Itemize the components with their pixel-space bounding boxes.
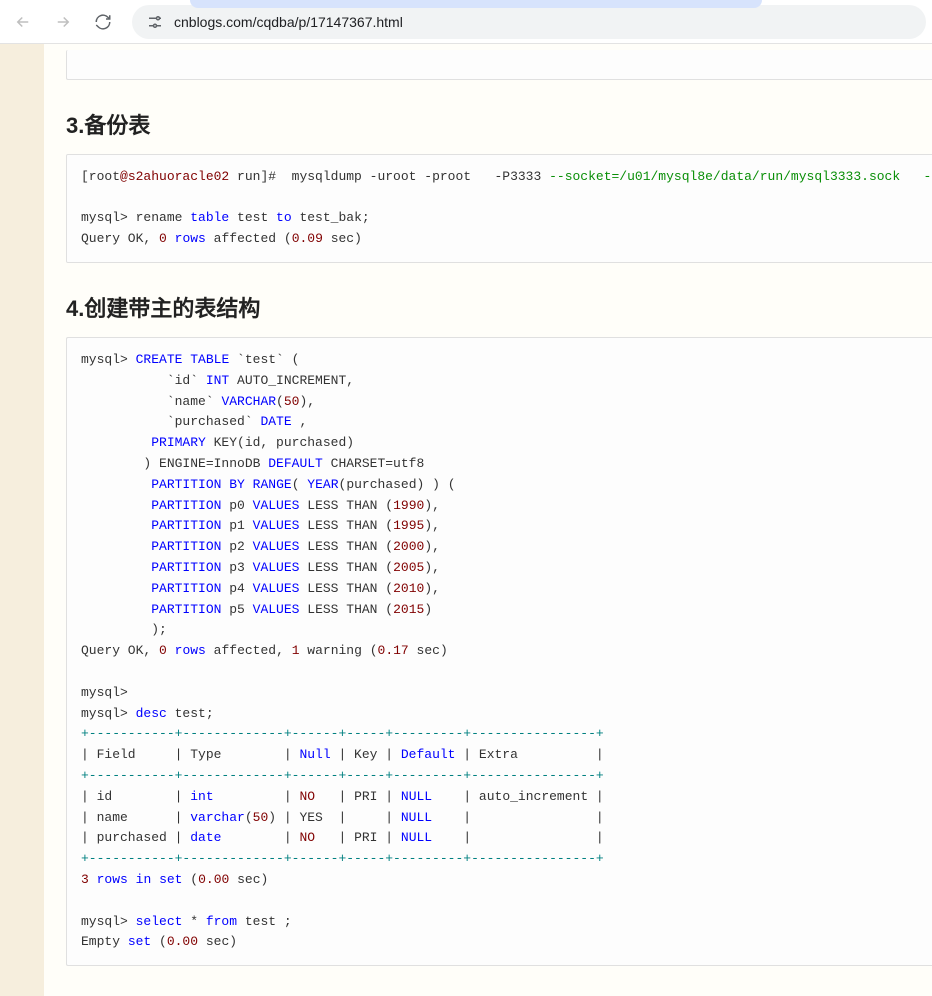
forward-button[interactable] [46,5,80,39]
code-block-4: mysql> CREATE TABLE `test` ( `id` INT AU… [66,337,932,966]
arrow-left-icon [14,13,32,31]
article-content: 3.备份表 [root@s2ahuoracle02 run]# mysqldum… [44,44,932,996]
address-bar[interactable]: cnblogs.com/cqdba/p/17147367.html [132,5,926,39]
back-button[interactable] [6,5,40,39]
reload-icon [94,13,112,31]
url-text: cnblogs.com/cqdba/p/17147367.html [174,14,912,30]
browser-toolbar: cnblogs.com/cqdba/p/17147367.html [0,0,932,44]
site-settings-icon[interactable] [146,13,164,31]
page-body: 3.备份表 [root@s2ahuoracle02 run]# mysqldum… [0,44,932,996]
arrow-right-icon [54,13,72,31]
page-margin [0,44,44,996]
heading-3: 3.备份表 [66,108,932,140]
code-block-prev-tail [66,50,932,80]
code-block-3: [root@s2ahuoracle02 run]# mysqldump -uro… [66,154,932,263]
heading-4: 4.创建带主的表结构 [66,291,932,323]
reload-button[interactable] [86,5,120,39]
